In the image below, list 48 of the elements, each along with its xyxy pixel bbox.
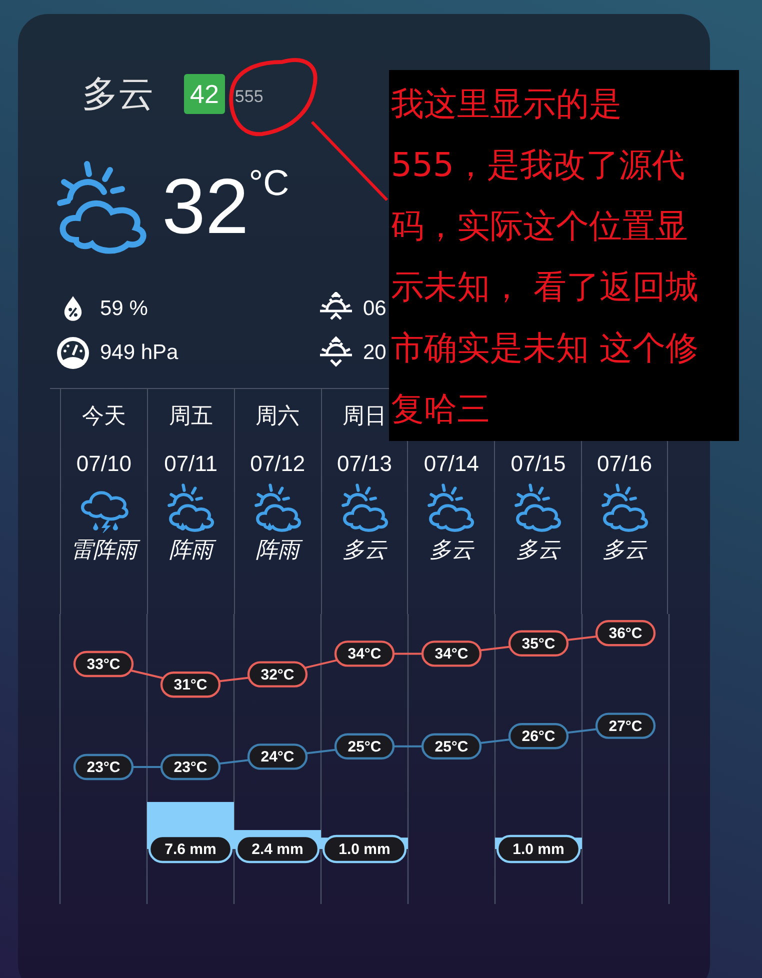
weekday-label: 周六 [256, 403, 300, 428]
temperature-label: 32°C [247, 661, 308, 688]
stat-value: 06 [363, 297, 386, 321]
forecast-date: 07/16 [597, 451, 652, 477]
forecast-date: 07/15 [510, 451, 566, 477]
temperature-label: 23°C [160, 754, 221, 780]
precipitation-label: 2.4 mm [235, 834, 320, 864]
aqi-label: 555 [234, 87, 264, 107]
partly-cloudy-icon [598, 481, 651, 533]
sun-cloud-rain-icon [164, 481, 217, 533]
temperature-label: 36°C [595, 620, 656, 646]
aqi-badge: 42 [184, 74, 225, 114]
forecast-condition: 多云 [516, 536, 560, 564]
forecast-condition: 多云 [602, 536, 647, 564]
temperature-label: 27°C [595, 712, 656, 739]
condition-title: 多云 [82, 72, 154, 116]
temperature-label: 34°C [334, 640, 395, 667]
precipitation-label: 1.0 mm [322, 834, 407, 864]
temperature-unit: °C [248, 162, 290, 204]
weekday-label: 今天 [82, 403, 126, 428]
current-temperature: 32 [162, 167, 249, 245]
stat-value: 20 [363, 341, 386, 365]
temperature-label: 25°C [421, 733, 482, 760]
temperature-label: 25°C [334, 733, 395, 760]
weekday-label: 周日 [342, 403, 386, 428]
weekday-label: 周五 [168, 403, 213, 428]
forecast-condition: 多云 [342, 536, 386, 564]
temperature-label: 24°C [247, 744, 308, 770]
forecast-date: 07/13 [336, 451, 392, 477]
gauge-icon [55, 335, 91, 371]
precipitation-label: 7.6 mm [148, 834, 233, 864]
forecast-date: 07/14 [424, 451, 479, 477]
precipitation-label: 1.0 mm [496, 834, 581, 864]
temperature-label: 26°C [508, 723, 569, 750]
forecast-condition: 多云 [429, 536, 474, 564]
forecast-date: 07/12 [250, 451, 306, 477]
forecast-date: 07/11 [164, 451, 218, 477]
forecast-date: 07/10 [76, 451, 132, 477]
partly-cloudy-icon [338, 481, 390, 533]
temperature-label: 33°C [73, 650, 134, 678]
stat-value: 949 hPa [100, 341, 178, 365]
temperature-label: 34°C [421, 640, 482, 667]
stat-value: 59 % [100, 297, 148, 321]
sun-cloud-rain-icon [252, 481, 304, 533]
annotation-note: 我这里显示的是 555，是我改了源代 码，实际这个位置显 示未知， 看了返回城 市确实是未知 这个修 复哈三 [389, 70, 739, 441]
temperature-label: 31°C [160, 672, 221, 698]
temperature-label: 35°C [508, 630, 569, 656]
temperature-label: 23°C [73, 754, 134, 780]
